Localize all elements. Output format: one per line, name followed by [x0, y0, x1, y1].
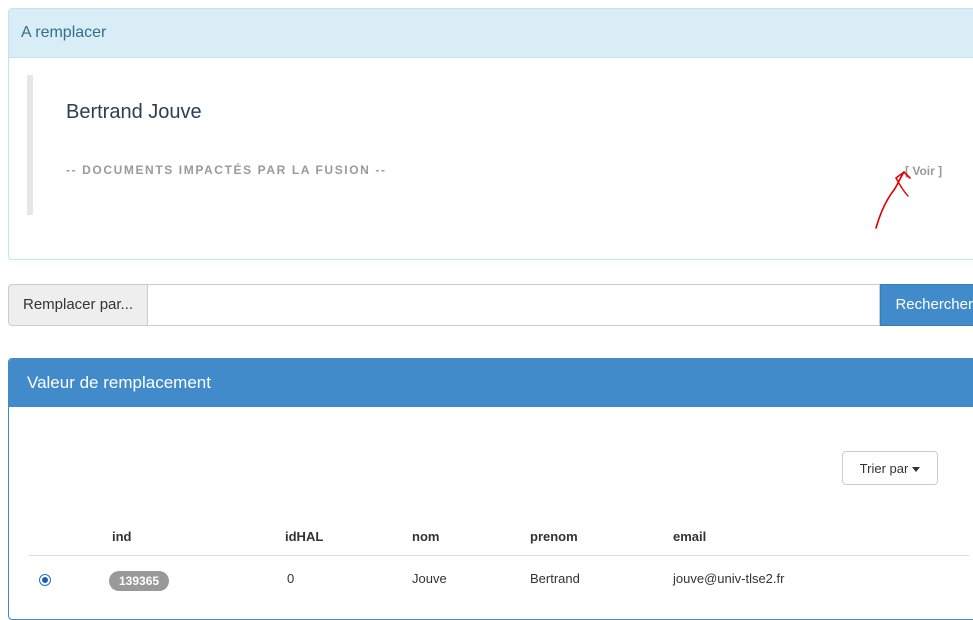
cell-nom: Jouve — [412, 571, 447, 586]
cell-email: jouve@univ-tlse2.fr — [673, 571, 785, 586]
column-header-idhal[interactable]: idHAL — [285, 529, 323, 544]
search-button[interactable]: Rechercher — [880, 284, 973, 326]
row-select-radio[interactable] — [39, 574, 51, 586]
table-header-divider — [29, 555, 969, 556]
cell-idhal: 0 — [287, 571, 295, 586]
view-documents-link[interactable]: [ Voir ] — [905, 164, 942, 178]
sort-dropdown-button[interactable]: Trier par — [842, 451, 938, 485]
results-panel-title: Valeur de remplacement — [9, 359, 973, 407]
replace-panel-title: A remplacer — [9, 9, 973, 58]
replace-search-group: Remplacer par... Rechercher — [8, 284, 973, 326]
sort-label: Trier par — [859, 461, 909, 476]
column-header-prenom[interactable]: prenom — [530, 529, 578, 544]
person-name: Bertrand Jouve — [66, 101, 202, 123]
cell-prenom: Bertrand — [530, 571, 580, 586]
column-header-nom[interactable]: nom — [412, 529, 439, 544]
ind-badge: 139365 — [109, 571, 170, 591]
results-panel: Valeur de remplacement Trier par ind idH… — [8, 358, 973, 620]
column-header-email[interactable]: email — [673, 529, 706, 544]
person-blockquote: Bertrand Jouve -- DOCUMENTS IMPACTÉS PAR… — [27, 75, 967, 215]
caret-down-icon — [912, 467, 921, 473]
replace-by-addon: Remplacer par... — [8, 284, 149, 326]
impacted-documents-label: -- DOCUMENTS IMPACTÉS PAR LA FUSION -- — [66, 163, 387, 177]
replace-search-input[interactable] — [148, 284, 881, 326]
replace-panel: A remplacer Bertrand Jouve -- DOCUMENTS … — [8, 8, 973, 260]
column-header-ind[interactable]: ind — [112, 529, 132, 544]
